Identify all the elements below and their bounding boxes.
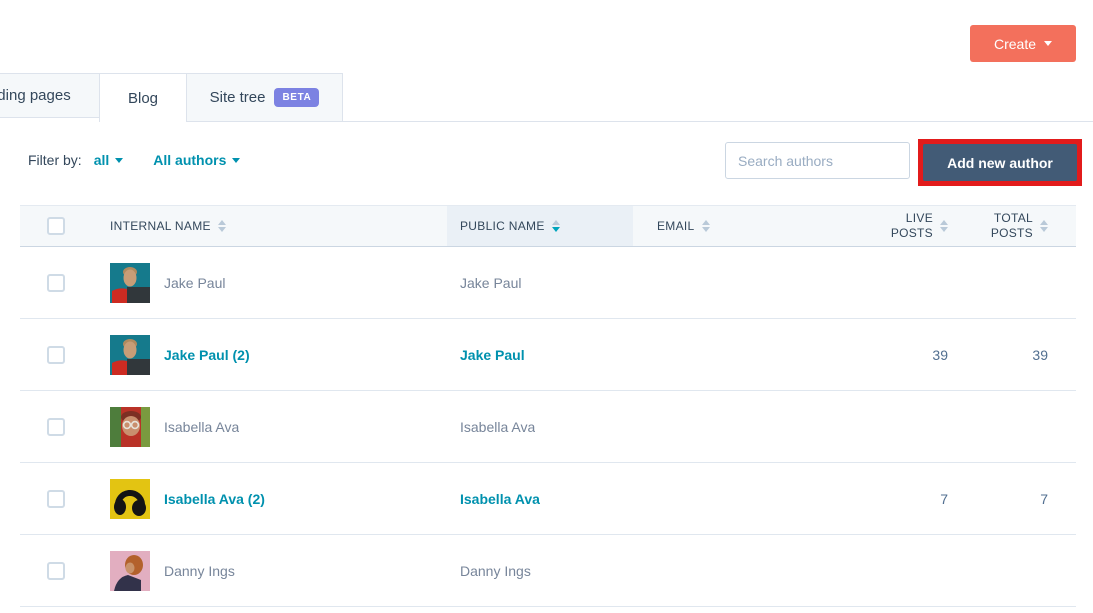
caret-down-icon: [1044, 41, 1052, 46]
public-name-link[interactable]: Isabella Ava: [460, 491, 540, 507]
search-authors-input[interactable]: [726, 153, 925, 169]
public-name-link[interactable]: Jake Paul: [460, 347, 525, 363]
tab-site-tree[interactable]: Site tree BETA: [186, 73, 343, 122]
filter-type-dropdown[interactable]: all: [94, 152, 124, 168]
tab-blog[interactable]: Blog: [99, 73, 187, 122]
author-avatar: [110, 407, 150, 447]
row-checkbox[interactable]: [47, 418, 65, 436]
create-button-label: Create: [994, 36, 1036, 52]
create-button[interactable]: Create: [970, 25, 1076, 62]
beta-badge: BETA: [274, 88, 319, 107]
internal-name: Isabella Ava: [164, 419, 239, 435]
tab-blog-label: Blog: [128, 90, 158, 107]
authors-table: INTERNAL NAME PUBLIC NAME EMAIL LIVE POS…: [20, 205, 1076, 607]
author-avatar: [110, 479, 150, 519]
internal-name-link[interactable]: Isabella Ava (2): [164, 491, 265, 507]
filter-authors-dropdown[interactable]: All authors: [153, 152, 240, 168]
filter-bar: Filter by: all All authors: [28, 152, 240, 168]
column-sort-email[interactable]: EMAIL: [657, 219, 710, 233]
annotation-highlight-box: Add new author: [918, 139, 1082, 186]
caret-down-icon: [232, 158, 240, 163]
select-all-checkbox[interactable]: [47, 217, 65, 235]
tab-landing-pages[interactable]: ding pages: [0, 73, 100, 118]
author-avatar: [110, 263, 150, 303]
table-header: INTERNAL NAME PUBLIC NAME EMAIL LIVE POS…: [20, 205, 1076, 247]
add-new-author-button[interactable]: Add new author: [923, 144, 1077, 181]
table-body: Jake PaulJake PaulJake Paul (2)Jake Paul…: [20, 247, 1076, 607]
live-posts-value: 7: [940, 491, 948, 507]
column-header-public-name: PUBLIC NAME: [460, 219, 545, 233]
tab-bar: ding pages Blog Site tree BETA: [0, 73, 343, 122]
column-header-internal-name: INTERNAL NAME: [110, 219, 211, 233]
row-checkbox[interactable]: [47, 562, 65, 580]
public-name: Danny Ings: [460, 563, 531, 579]
column-header-email: EMAIL: [657, 219, 695, 233]
column-sort-internal-name[interactable]: INTERNAL NAME: [110, 219, 226, 233]
sort-arrows-icon: [1040, 220, 1048, 232]
tab-strip-divider: [343, 121, 1093, 122]
sort-arrows-icon: [702, 220, 710, 232]
sort-arrows-icon: [940, 220, 948, 232]
public-name: Isabella Ava: [460, 419, 535, 435]
column-sort-live-posts[interactable]: LIVE POSTS: [885, 211, 948, 241]
sort-arrows-icon: [218, 220, 226, 232]
total-posts-value: 7: [1040, 491, 1048, 507]
internal-name: Jake Paul: [164, 275, 225, 291]
public-name: Jake Paul: [460, 275, 521, 291]
caret-down-icon: [115, 158, 123, 163]
column-sort-total-posts[interactable]: TOTAL POSTS: [985, 211, 1048, 241]
table-row: Isabella Ava Isabella Ava: [20, 391, 1076, 463]
row-checkbox[interactable]: [47, 346, 65, 364]
column-sort-public-name[interactable]: PUBLIC NAME: [460, 219, 560, 233]
sort-arrows-active-icon: [552, 220, 560, 232]
table-row: Jake Paul Jake Paul: [20, 247, 1076, 319]
live-posts-value: 39: [932, 347, 948, 363]
tab-landing-pages-label: ding pages: [0, 87, 71, 104]
internal-name-link[interactable]: Jake Paul (2): [164, 347, 250, 363]
author-avatar: [110, 551, 150, 591]
column-header-live-posts: LIVE POSTS: [885, 211, 933, 241]
filter-authors-value: All authors: [153, 152, 226, 168]
author-avatar: [110, 335, 150, 375]
table-row: Danny Ings Danny Ings: [20, 535, 1076, 607]
internal-name: Danny Ings: [164, 563, 235, 579]
filter-type-value: all: [94, 152, 110, 168]
row-checkbox[interactable]: [47, 490, 65, 508]
search-authors-box: [725, 142, 910, 179]
column-header-total-posts: TOTAL POSTS: [985, 211, 1033, 241]
tab-site-tree-label: Site tree: [210, 89, 266, 106]
table-row: Jake Paul (2) Jake Paul 39 39: [20, 319, 1076, 391]
table-row: Isabella Ava (2) Isabella Ava 7 7: [20, 463, 1076, 535]
total-posts-value: 39: [1032, 347, 1048, 363]
row-checkbox[interactable]: [47, 274, 65, 292]
filter-by-label: Filter by:: [28, 152, 82, 168]
